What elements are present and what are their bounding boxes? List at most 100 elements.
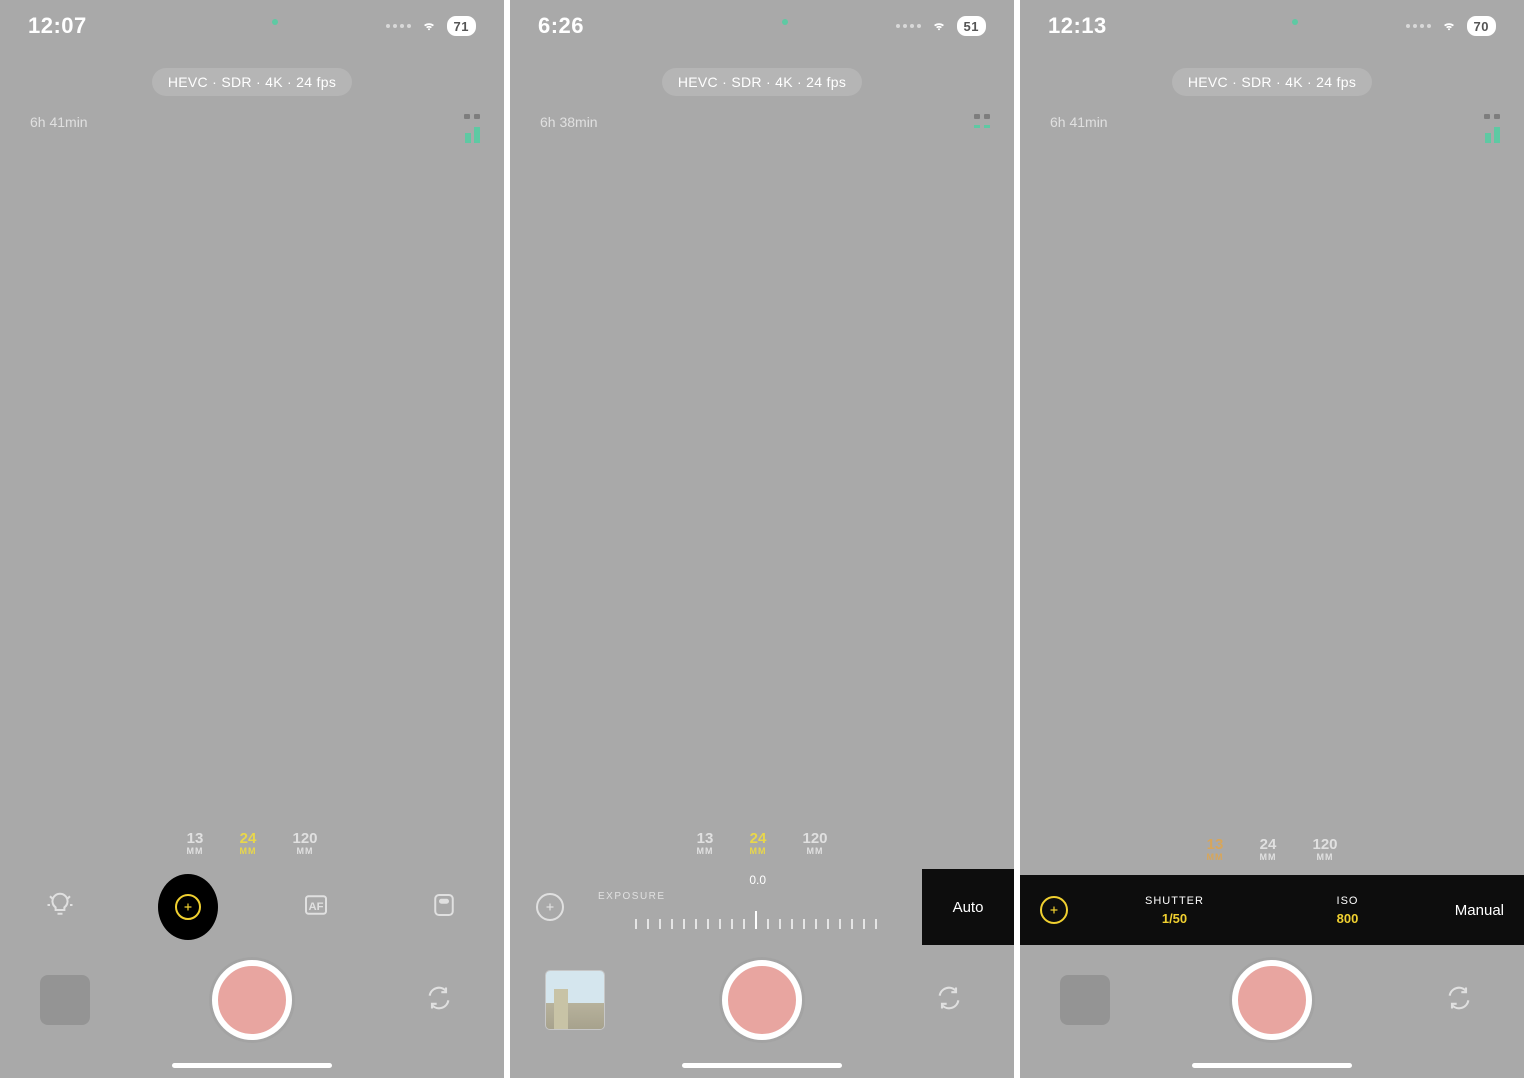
exposure-button-bg bbox=[158, 874, 218, 940]
exposure-mode-button[interactable]: Auto bbox=[922, 869, 1014, 945]
multicam-button[interactable] bbox=[16, 64, 60, 100]
lens-option-13mm[interactable]: 13 MM bbox=[186, 831, 203, 856]
bottom-controls: 13 MM 24 MM 120 MM SHUTTER 1/50 I bbox=[1020, 825, 1524, 1078]
status-time: 6:26 bbox=[538, 13, 584, 39]
flip-camera-button[interactable] bbox=[914, 984, 984, 1017]
wifi-icon bbox=[419, 19, 439, 34]
lens-expand-button[interactable] bbox=[1468, 841, 1502, 859]
flip-camera-icon bbox=[935, 984, 963, 1017]
info-bar: 6h 38min bbox=[510, 114, 1014, 150]
af-icon bbox=[301, 890, 331, 925]
zoom-button[interactable] bbox=[532, 835, 566, 853]
exposure-button[interactable] bbox=[510, 869, 590, 945]
lens-unit: MM bbox=[292, 847, 317, 856]
home-indicator[interactable] bbox=[1192, 1063, 1352, 1068]
lens-unit: MM bbox=[186, 847, 203, 856]
lens-option-120mm[interactable]: 120 MM bbox=[802, 831, 827, 856]
record-button[interactable] bbox=[722, 960, 802, 1040]
cellular-dots bbox=[1406, 24, 1431, 28]
exposure-value: 0.0 bbox=[749, 873, 766, 887]
lens-expand-button[interactable] bbox=[958, 835, 992, 853]
settings-button[interactable] bbox=[1464, 64, 1508, 100]
exposure-mode-label: Auto bbox=[953, 899, 984, 916]
shutter-row bbox=[0, 945, 504, 1055]
iso-button[interactable]: ISO 800 bbox=[1261, 895, 1434, 926]
format-chip[interactable]: HEVC · SDR · 4K · 24 fps bbox=[1172, 68, 1372, 96]
status-time: 12:07 bbox=[28, 13, 87, 39]
format-text: HEVC · SDR · 4K · 24 fps bbox=[1188, 74, 1356, 90]
lens-option-24mm[interactable]: 24 MM bbox=[239, 831, 256, 856]
shutter-speed-button[interactable]: SHUTTER 1/50 bbox=[1088, 895, 1261, 926]
wifi-icon bbox=[1439, 19, 1459, 34]
lens-option-13mm[interactable]: 13 MM bbox=[696, 831, 713, 856]
audio-level-indicator bbox=[1485, 125, 1500, 143]
format-text: HEVC · SDR · 4K · 24 fps bbox=[168, 74, 336, 90]
storage-text: 6h 41min bbox=[1050, 114, 1108, 130]
media-thumbnail[interactable] bbox=[40, 975, 90, 1025]
flip-camera-button[interactable] bbox=[1424, 984, 1494, 1017]
bottom-controls: 13 MM 24 MM 120 MM EXPOSURE 0.0 bbox=[510, 819, 1014, 1078]
exposure-plus-icon bbox=[1040, 896, 1068, 924]
media-thumbnail[interactable] bbox=[546, 971, 604, 1029]
record-button[interactable] bbox=[1232, 960, 1312, 1040]
settings-button[interactable] bbox=[954, 64, 998, 100]
histogram-placeholder bbox=[974, 114, 990, 119]
shutter-row bbox=[1020, 945, 1524, 1055]
flip-camera-icon bbox=[1445, 984, 1473, 1017]
audio-level-indicator bbox=[974, 125, 990, 128]
phone-screen-3: 12:13 70 HEVC · SDR · 4K · 24 fps 6h 41m… bbox=[1020, 0, 1524, 1078]
top-toolbar: HEVC · SDR · 4K · 24 fps bbox=[1020, 58, 1524, 106]
iso-label: ISO bbox=[1337, 895, 1359, 907]
zoom-button[interactable] bbox=[22, 835, 56, 853]
home-indicator[interactable] bbox=[682, 1063, 842, 1068]
cellular-dots bbox=[386, 24, 411, 28]
settings-button[interactable] bbox=[444, 64, 488, 100]
shutter-value: 1/50 bbox=[1162, 911, 1187, 926]
lens-option-13mm[interactable]: 13 MM bbox=[1206, 837, 1223, 862]
exposure-plus-icon bbox=[536, 893, 564, 921]
lens-unit: MM bbox=[802, 847, 827, 856]
multicam-button[interactable] bbox=[526, 64, 570, 100]
multicam-button[interactable] bbox=[1036, 64, 1080, 100]
autofocus-button[interactable] bbox=[286, 890, 346, 925]
flip-camera-button[interactable] bbox=[404, 984, 474, 1017]
lens-selector: 13 MM 24 MM 120 MM bbox=[186, 831, 317, 856]
lens-option-120mm[interactable]: 120 MM bbox=[292, 831, 317, 856]
lighting-button[interactable] bbox=[30, 890, 90, 925]
lens-expand-button[interactable] bbox=[448, 835, 482, 853]
white-balance-button[interactable] bbox=[414, 890, 474, 925]
exposure-button[interactable] bbox=[158, 874, 218, 940]
lens-unit: MM bbox=[1259, 853, 1276, 862]
home-indicator[interactable] bbox=[172, 1063, 332, 1068]
status-bar: 12:13 70 bbox=[1020, 12, 1524, 40]
battery-level: 51 bbox=[957, 16, 986, 36]
format-chip[interactable]: HEVC · SDR · 4K · 24 fps bbox=[662, 68, 862, 96]
format-text: HEVC · SDR · 4K · 24 fps bbox=[678, 74, 846, 90]
storage-text: 6h 38min bbox=[540, 114, 598, 130]
format-chip[interactable]: HEVC · SDR · 4K · 24 fps bbox=[152, 68, 352, 96]
exposure-mode-button[interactable]: Manual bbox=[1434, 902, 1504, 919]
lens-unit: MM bbox=[239, 847, 256, 856]
lens-selector: 13 MM 24 MM 120 MM bbox=[696, 831, 827, 856]
exposure-button[interactable] bbox=[1040, 896, 1088, 924]
lens-row: 13 MM 24 MM 120 MM bbox=[510, 819, 1014, 869]
lens-option-120mm[interactable]: 120 MM bbox=[1312, 837, 1337, 862]
exposure-panel: EXPOSURE 0.0 Auto bbox=[510, 869, 1014, 945]
manual-exposure-panel: SHUTTER 1/50 ISO 800 Manual bbox=[1020, 875, 1524, 945]
status-bar: 12:07 71 bbox=[0, 12, 504, 40]
info-bar: 6h 41min bbox=[1020, 114, 1524, 150]
storage-remaining: 6h 41min bbox=[1044, 114, 1108, 130]
lens-option-24mm[interactable]: 24 MM bbox=[1259, 837, 1276, 862]
status-bar: 6:26 51 bbox=[510, 12, 1014, 40]
media-thumbnail[interactable] bbox=[1060, 975, 1110, 1025]
exposure-slider[interactable]: EXPOSURE 0.0 bbox=[590, 869, 922, 945]
storage-remaining: 6h 41min bbox=[24, 114, 88, 130]
exposure-mode-label: Manual bbox=[1455, 902, 1504, 919]
lens-focal-length: 13 bbox=[1206, 837, 1223, 853]
zoom-button[interactable] bbox=[1042, 841, 1076, 859]
record-button[interactable] bbox=[212, 960, 292, 1040]
lens-option-24mm[interactable]: 24 MM bbox=[749, 831, 766, 856]
lens-unit: MM bbox=[749, 847, 766, 856]
bottom-controls: 13 MM 24 MM 120 MM bbox=[0, 819, 504, 1078]
cellular-dots bbox=[896, 24, 921, 28]
